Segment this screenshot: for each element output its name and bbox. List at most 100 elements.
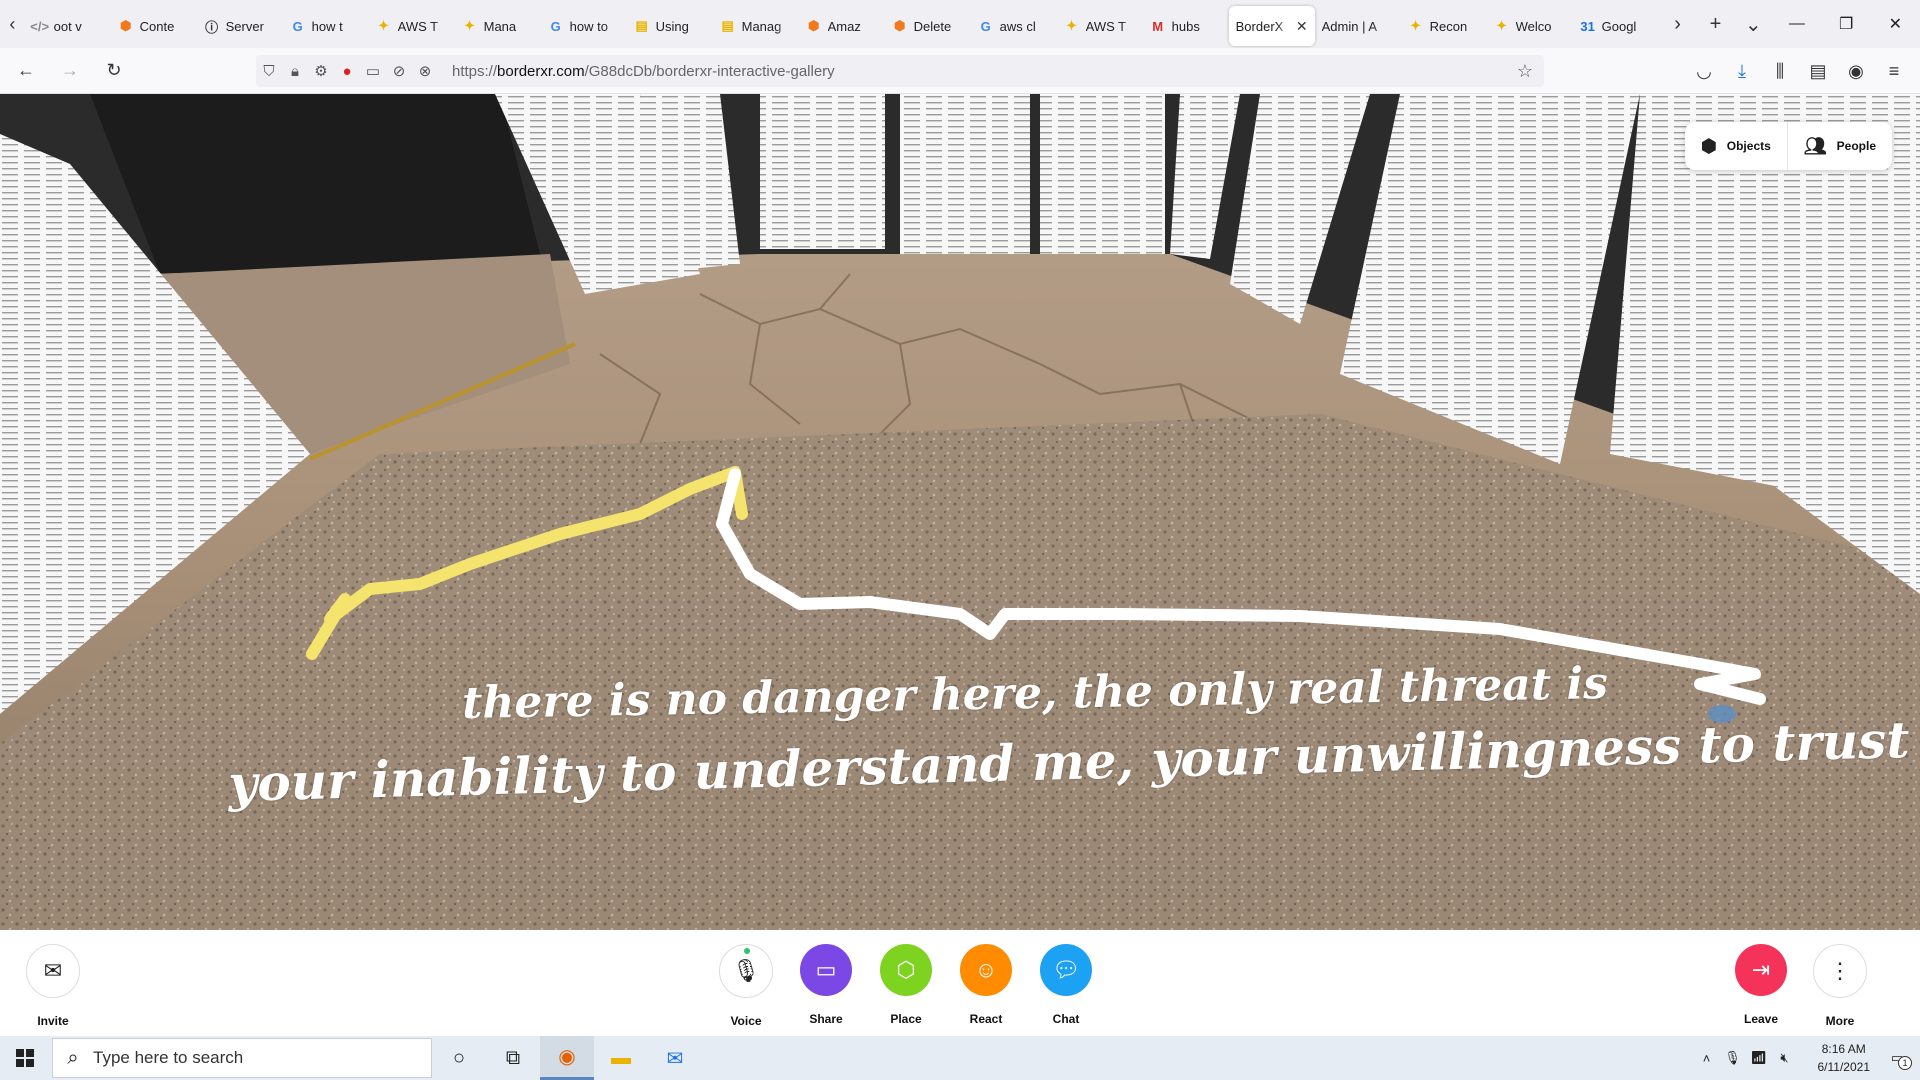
tray-microphone-icon[interactable]: 🎙︎	[1722, 1050, 1744, 1066]
file-explorer-icon[interactable]: ▬	[594, 1036, 648, 1080]
invite-button[interactable]: ✉ Invite	[18, 944, 88, 1028]
tab-title: Delete	[913, 18, 952, 34]
more-button[interactable]: ⋮ More	[1805, 944, 1875, 1028]
close-window-icon[interactable]: ✕	[1871, 0, 1920, 48]
url-text[interactable]: https://borderxr.com/G88dcDb/borderxr-in…	[452, 63, 835, 80]
objects-button[interactable]: ⬢ Objects	[1685, 122, 1787, 170]
windows-start-icon[interactable]	[0, 1036, 50, 1080]
bookmark-star-icon[interactable]: ☆	[1512, 61, 1538, 82]
tab-7[interactable]: ▤ Using	[627, 6, 713, 46]
minimize-icon[interactable]: —	[1772, 0, 1821, 48]
firefox-icon[interactable]: ◉	[540, 1036, 594, 1080]
tray-chevron-icon[interactable]: ˄	[1696, 1051, 1718, 1066]
network-icon[interactable]: 📶︎	[1748, 1050, 1770, 1066]
tab-title: Recon	[1429, 18, 1468, 34]
react-button[interactable]: ☺ React	[951, 944, 1021, 1026]
tab-title: AWS T	[397, 18, 439, 34]
mail-icon[interactable]: ✉	[648, 1036, 702, 1080]
notifications-icon[interactable]: ▭ 1	[1886, 1050, 1912, 1070]
tab-0[interactable]: </> oot v	[25, 6, 111, 46]
tab-strip: ‹ </> oot v ⬢ Conte ⓘ Server Ghow t ✦ AWS T ✦ Mana…	[0, 0, 1920, 48]
docs-icon: ▤	[721, 18, 734, 33]
permissions-icon[interactable]: ⚙︎	[308, 62, 334, 80]
tab-scroll-right-icon[interactable]: ›	[1659, 0, 1697, 48]
tab-13[interactable]: Mhubs	[1143, 6, 1229, 46]
tab-title: Googl	[1601, 18, 1637, 34]
downloads-icon[interactable]: ⤓	[1726, 53, 1758, 89]
tab-9[interactable]: ⬢ Amaz	[799, 6, 885, 46]
exit-icon: ⇥	[1735, 944, 1787, 996]
tab-17[interactable]: ✦ Welco	[1487, 6, 1573, 46]
pocket-icon[interactable]: ◡	[1688, 53, 1720, 89]
tab-12[interactable]: ✦ AWS T	[1057, 6, 1143, 46]
library-icon[interactable]: ⫼	[1764, 53, 1796, 89]
windows-taskbar: ⌕ Type here to search ○ ⧉ ◉ ▬ ✉ ˄ 🎙︎ 📶︎ …	[0, 1036, 1920, 1080]
voice-button[interactable]: 🎙︎ Voice	[711, 944, 781, 1028]
scene-top-panel: ⬢ Objects 👥︎ People	[1685, 122, 1892, 170]
tab-2[interactable]: ⓘ Server	[197, 6, 283, 46]
tab-11[interactable]: Gaws cl	[971, 6, 1057, 46]
tab-6[interactable]: Ghow to	[541, 6, 627, 46]
chat-button[interactable]: 💬︎ Chat	[1031, 944, 1101, 1026]
volume-muted-icon[interactable]: 🔇︎	[1774, 1050, 1796, 1066]
calendar-icon: 31	[1580, 18, 1595, 34]
close-tab-icon[interactable]: ✕	[1296, 18, 1308, 35]
aws-cube-icon: ⬢	[807, 18, 820, 33]
taskbar-search-box[interactable]: ⌕ Type here to search	[52, 1038, 432, 1078]
lock-icon[interactable]: 🔒︎	[282, 63, 308, 80]
back-icon[interactable]: ←	[8, 53, 44, 89]
leave-button[interactable]: ⇥ Leave	[1726, 944, 1796, 1026]
tab-14[interactable]: BorderX ✕	[1228, 6, 1315, 46]
tab-16[interactable]: ✦ Recon	[1401, 6, 1487, 46]
menu-icon[interactable]: ≡	[1878, 53, 1910, 89]
tab-title: Manag	[741, 18, 782, 34]
tracking-shield-icon[interactable]: ⛉	[256, 63, 282, 80]
docs-icon: ▤	[635, 18, 648, 33]
account-icon[interactable]: ◉	[1840, 53, 1872, 89]
tab-18[interactable]: 31 Googl	[1573, 6, 1659, 46]
tab-title: Welco	[1515, 18, 1552, 34]
cube-icon: ⬡	[880, 944, 932, 996]
google-icon: G	[550, 18, 561, 34]
tab-scroll-left-icon[interactable]: ‹	[0, 0, 25, 48]
people-button[interactable]: 👥︎ People	[1788, 122, 1892, 170]
microphone-permission-icon[interactable]: ●	[334, 63, 360, 80]
code-icon: </>	[30, 18, 50, 34]
monitor-icon: ▭	[800, 944, 852, 996]
share-button[interactable]: ▭ Share	[791, 944, 861, 1026]
tab-1[interactable]: ⬢ Conte	[111, 6, 197, 46]
tab-title: aws cl	[999, 18, 1036, 34]
tab-3[interactable]: Ghow t	[283, 6, 369, 46]
tab-list-dropdown-icon[interactable]: ⌄	[1734, 0, 1772, 48]
chat-bubble-icon: 💬︎	[1040, 944, 1092, 996]
place-button[interactable]: ⬡ Place	[871, 944, 941, 1026]
tab-title: Amaz	[827, 18, 861, 34]
tab-5[interactable]: ✦ Mana	[455, 6, 541, 46]
new-tab-icon[interactable]: +	[1697, 0, 1735, 48]
autoplay-blocked-icon[interactable]: ⊗	[412, 62, 438, 80]
hubs-duck-icon: ✦	[378, 18, 390, 33]
tab-15[interactable]: Admin | A	[1315, 6, 1401, 46]
tab-10[interactable]: ⬢ Delete	[885, 6, 971, 46]
sidebar-icon[interactable]: ▤	[1802, 53, 1834, 89]
task-view-icon[interactable]: ⧉	[486, 1036, 540, 1080]
tab-title: AWS T	[1085, 18, 1127, 34]
url-bar[interactable]: ⛉ 🔒︎ ⚙︎ ● ▭ ⊘ ⊗ https://borderxr.com/G88…	[256, 55, 1544, 87]
info-icon: ⓘ	[205, 19, 219, 35]
google-icon: G	[980, 18, 991, 34]
camera-blocked-icon[interactable]: ▭	[360, 62, 386, 80]
reload-icon[interactable]: ↻	[96, 53, 132, 89]
cortana-icon[interactable]: ○	[432, 1036, 486, 1080]
forward-icon[interactable]: →	[52, 53, 88, 89]
tab-8[interactable]: ▤ Manag	[713, 6, 799, 46]
screen-blocked-icon[interactable]: ⊘	[386, 62, 412, 80]
nav-bar: ← → ↻ ⛉ 🔒︎ ⚙︎ ● ▭ ⊘ ⊗ https://borderxr.c…	[0, 48, 1920, 94]
hubs-duck-icon: ✦	[1496, 18, 1508, 33]
3d-scene-viewport[interactable]: there is no danger here, the only real t…	[0, 94, 1920, 930]
restore-icon[interactable]: ❐	[1822, 0, 1871, 48]
taskbar-clock[interactable]: 8:16 AM 6/11/2021	[1818, 1040, 1871, 1076]
tab-4[interactable]: ✦ AWS T	[369, 6, 455, 46]
envelope-icon: ✉	[26, 944, 80, 998]
tab-title: hubs	[1171, 18, 1200, 34]
gmail-icon: M	[1152, 18, 1164, 34]
